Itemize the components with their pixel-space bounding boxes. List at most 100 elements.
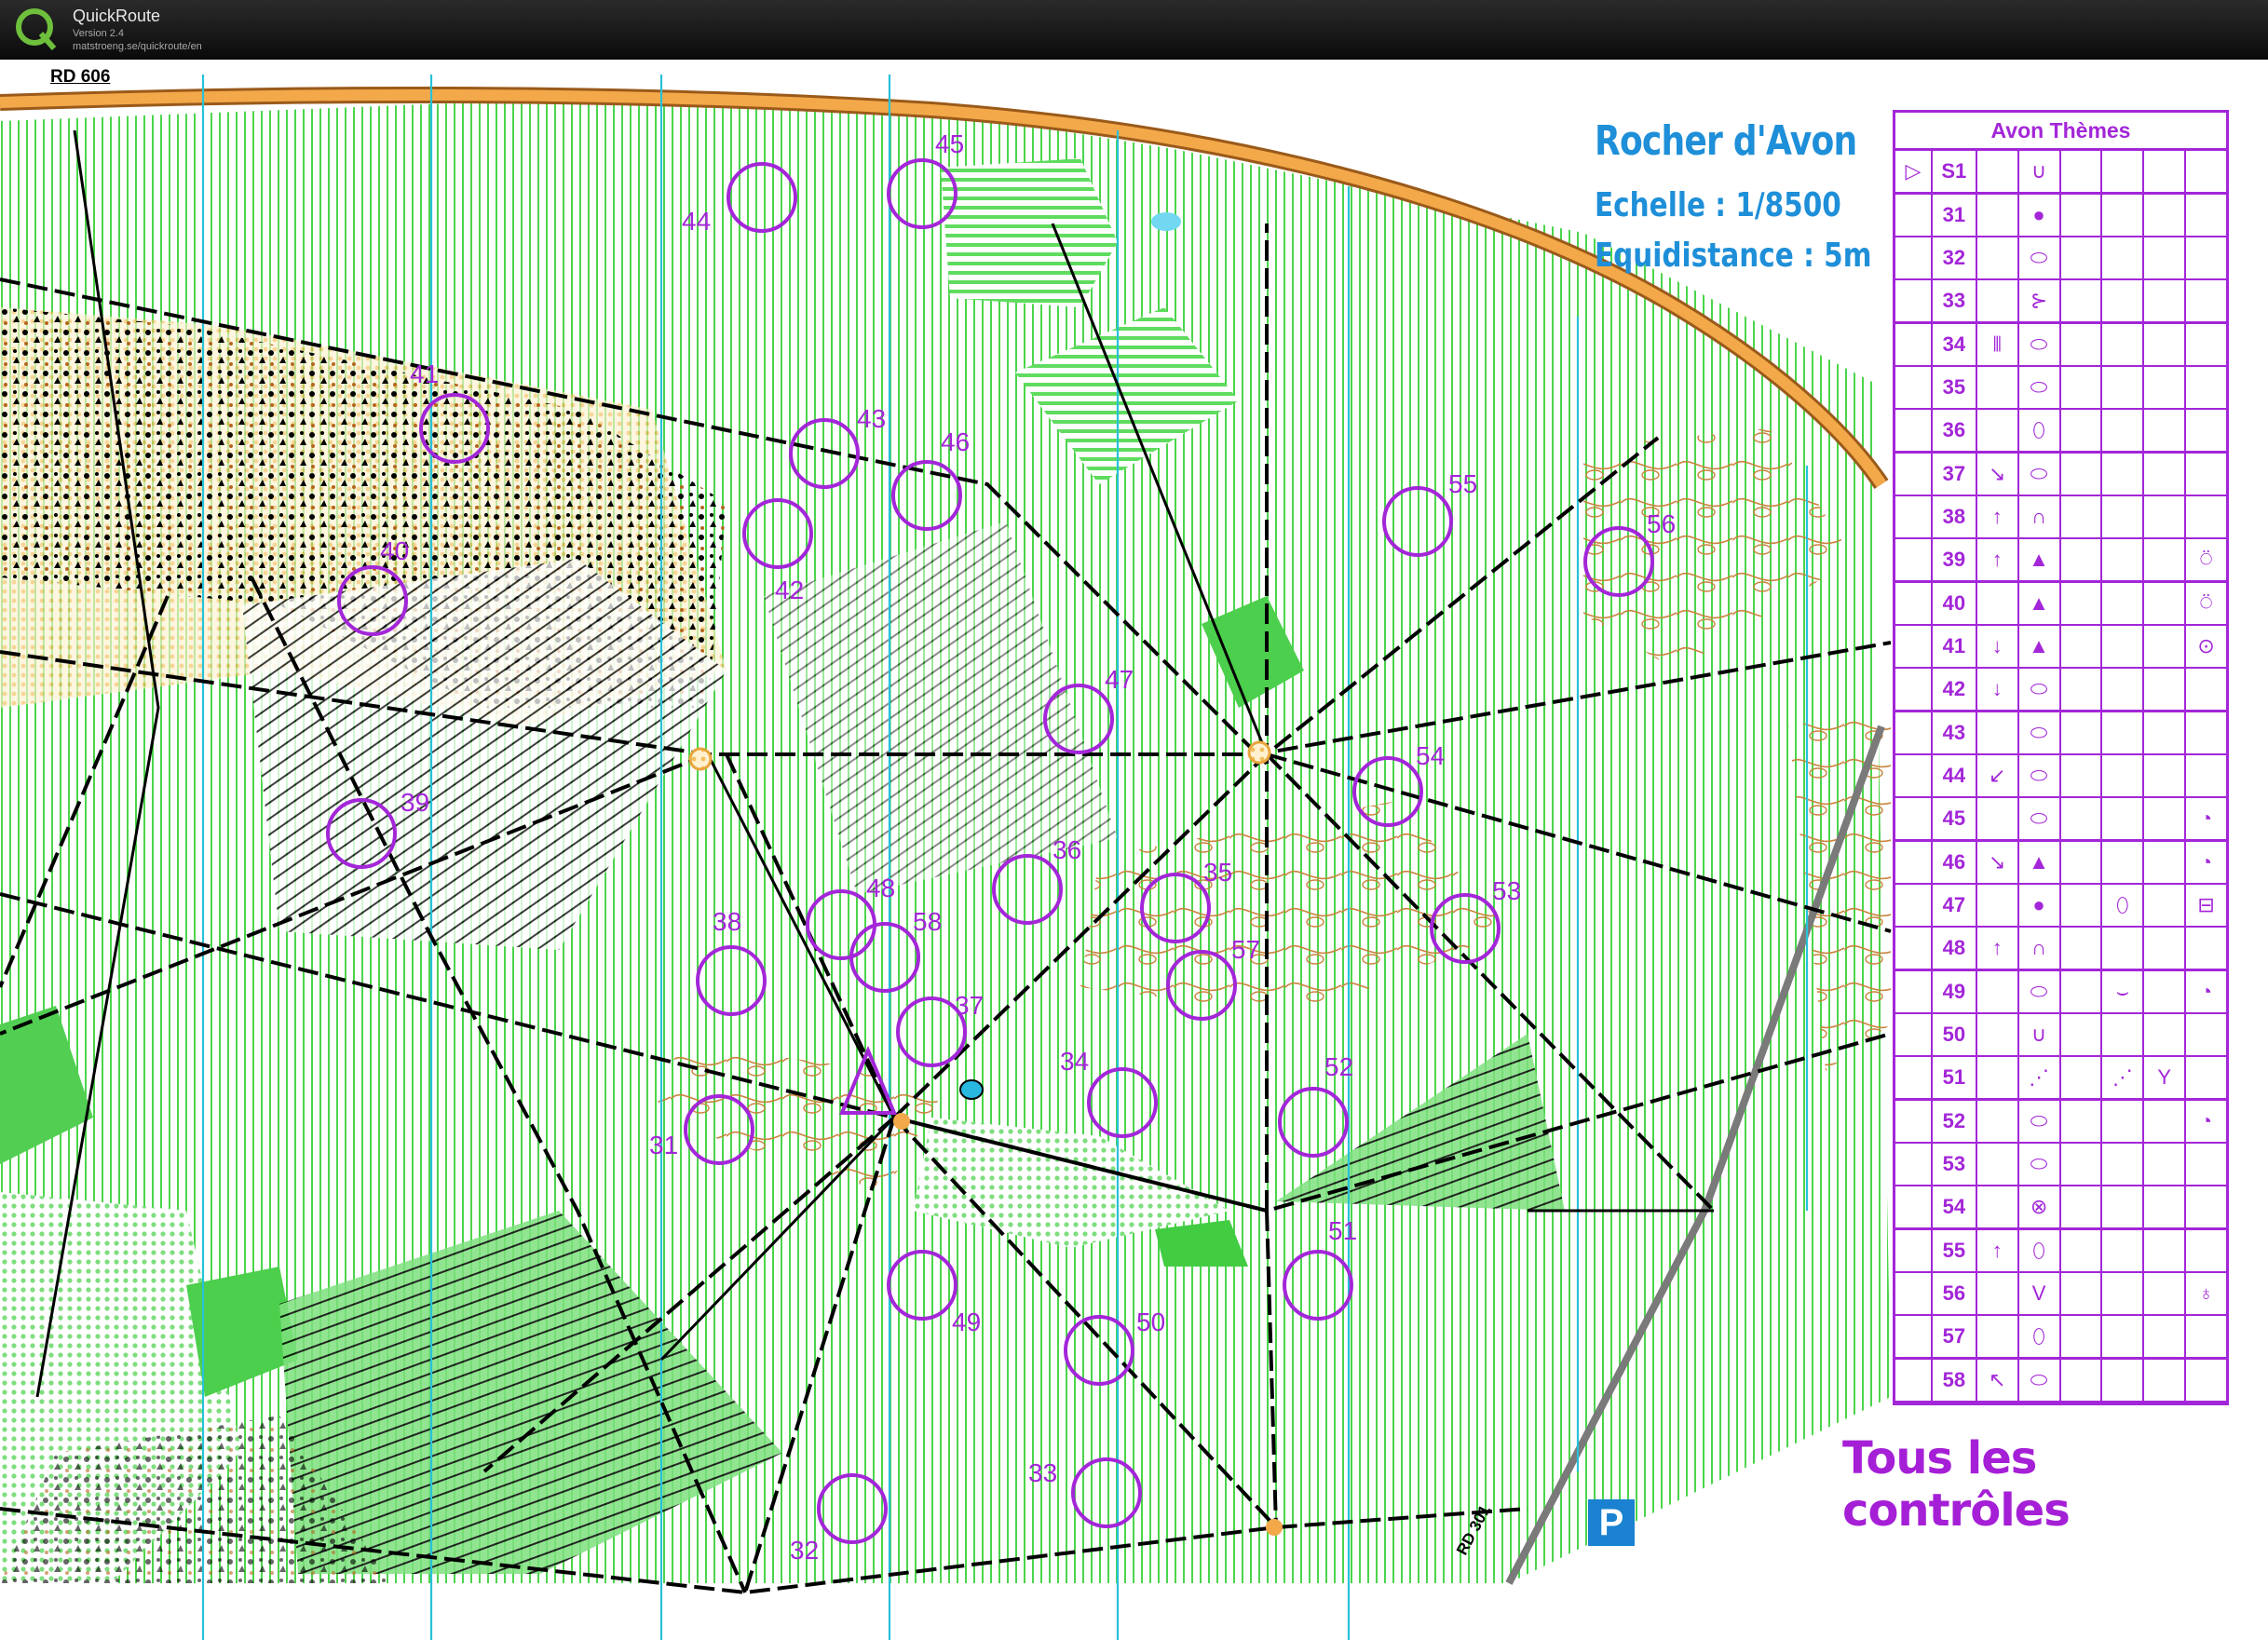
description-col-g — [2144, 885, 2187, 926]
description-position: ⍥ — [2199, 591, 2213, 615]
description-appearance — [2102, 237, 2145, 278]
description-row: 58 ↖ ⬭ — [1895, 1360, 2226, 1403]
description-position: ⍥ — [2199, 548, 2213, 571]
description-col-g — [2144, 669, 2187, 710]
description-appearance: ⬯ — [2102, 885, 2145, 926]
description-direction: ↙ — [1977, 755, 2019, 796]
start-symbol-icon — [1895, 324, 1933, 365]
description-col-e — [2061, 885, 2103, 926]
description-code: 55 — [1933, 1230, 1977, 1271]
control-number: 33 — [1028, 1458, 1058, 1487]
description-position — [2186, 1057, 2226, 1098]
description-row: 43 ⬭ — [1895, 712, 2226, 755]
control-number: 47 — [1105, 665, 1134, 694]
description-feature: ∪ — [2019, 1014, 2061, 1055]
description-appearance — [2102, 798, 2145, 839]
description-row: 55 ↑ ⬯ — [1895, 1230, 2226, 1273]
control-number: 45 — [935, 129, 965, 158]
description-appearance — [2102, 669, 2145, 710]
description-code: 57 — [1933, 1316, 1977, 1357]
start-symbol-icon — [1895, 583, 1933, 624]
description-code: 43 — [1933, 712, 1977, 753]
app-url[interactable]: matstroeng.se/quickroute/en — [73, 41, 202, 52]
control-number: 52 — [1324, 1052, 1354, 1081]
description-col-g — [2144, 1186, 2187, 1227]
description-feature: ∩ — [2019, 928, 2061, 969]
control-descriptions: Avon Thèmes ▷ S1 ∪ 31 ● 32 ⬭ 33 ⊱ 34 ⫴ ⬭ 35 ⬭ 36 ⬯ 37 ↘ ⬭ 3… — [1893, 110, 2229, 1405]
descriptions-table: ▷ S1 ∪ 31 ● 32 ⬭ 33 ⊱ 34 ⫴ ⬭ 35 ⬭ 36 ⬯ 37 ↘ ⬭ 38 ↑ ∩ 39 ↑ ▲ ⍥ 40 ▲ ⍥… — [1895, 151, 2226, 1403]
description-col-e — [2061, 1057, 2103, 1098]
start-symbol-icon — [1895, 1230, 1933, 1271]
description-direction: ↑ — [1977, 928, 2019, 969]
description-appearance — [2102, 1144, 2145, 1185]
description-feature: ⬯ — [2019, 1316, 2061, 1357]
start-symbol-icon — [1895, 454, 1933, 495]
description-col-g — [2144, 583, 2187, 624]
description-feature: ⬯ — [2019, 1230, 2061, 1271]
description-appearance — [2102, 712, 2145, 753]
description-col-g — [2144, 1316, 2187, 1357]
description-col-g — [2144, 280, 2187, 321]
description-direction: ↑ — [1977, 1230, 2019, 1271]
description-col-g — [2144, 1230, 2187, 1271]
start-symbol-icon — [1895, 798, 1933, 839]
description-col-g — [2144, 712, 2187, 753]
description-row: 41 ↓ ▲ ⊙ — [1895, 626, 2226, 669]
description-direction: ↑ — [1977, 496, 2019, 537]
description-col-e — [2061, 410, 2103, 451]
description-col-e — [2061, 583, 2103, 624]
description-position: ⊙ — [2197, 634, 2215, 657]
description-col-g — [2144, 324, 2187, 365]
description-code: 48 — [1933, 928, 1977, 969]
description-position — [2186, 367, 2226, 408]
description-col-g — [2144, 626, 2187, 667]
description-code: 52 — [1933, 1101, 1977, 1142]
description-appearance — [2102, 454, 2145, 495]
description-direction: ↘ — [1977, 454, 2019, 495]
description-appearance — [2102, 496, 2145, 537]
description-appearance — [2102, 151, 2145, 192]
description-col-e — [2061, 195, 2103, 236]
description-feature: ⬯ — [2019, 410, 2061, 451]
description-col-g — [2144, 1144, 2187, 1185]
start-symbol-icon — [1895, 971, 1933, 1012]
description-row: 35 ⬭ — [1895, 367, 2226, 410]
description-feature: ⬭ — [2019, 1144, 2061, 1185]
control-number: 54 — [1416, 741, 1446, 770]
start-symbol-icon: ▷ — [1895, 151, 1933, 192]
description-row: 42 ↓ ⬭ — [1895, 669, 2226, 712]
start-symbol-icon — [1895, 1186, 1933, 1227]
control-number: 56 — [1647, 509, 1677, 538]
description-appearance — [2102, 280, 2145, 321]
description-appearance — [2102, 928, 2145, 969]
description-row: 32 ⬭ — [1895, 237, 2226, 280]
description-code: 56 — [1933, 1273, 1977, 1314]
control-number: 32 — [790, 1536, 820, 1565]
description-col-e — [2061, 237, 2103, 278]
control-number: 40 — [380, 536, 410, 565]
description-row: 36 ⬯ — [1895, 410, 2226, 454]
control-number: 34 — [1060, 1047, 1090, 1076]
description-code: 51 — [1933, 1057, 1977, 1098]
description-col-e — [2061, 151, 2103, 192]
description-position — [2186, 151, 2226, 192]
description-col-e — [2061, 367, 2103, 408]
description-row: 51 ⋰ ⋰ Y — [1895, 1057, 2226, 1101]
description-direction — [1977, 367, 2019, 408]
description-feature: ⊗ — [2019, 1186, 2061, 1227]
description-position: ◔ — [2199, 806, 2213, 830]
description-position — [2186, 1316, 2226, 1357]
description-appearance — [2102, 842, 2145, 883]
description-direction — [1977, 280, 2019, 321]
description-appearance — [2102, 195, 2145, 236]
control-number: 38 — [713, 907, 742, 936]
description-row: 31 ● — [1895, 195, 2226, 237]
description-direction: ↖ — [1977, 1360, 2019, 1401]
control-number: 39 — [401, 788, 430, 817]
description-col-g — [2144, 755, 2187, 796]
start-symbol-icon — [1895, 280, 1933, 321]
description-code: 41 — [1933, 626, 1977, 667]
description-row: 37 ↘ ⬭ — [1895, 454, 2226, 496]
description-feature: ⬭ — [2019, 798, 2061, 839]
description-col-g — [2144, 928, 2187, 969]
